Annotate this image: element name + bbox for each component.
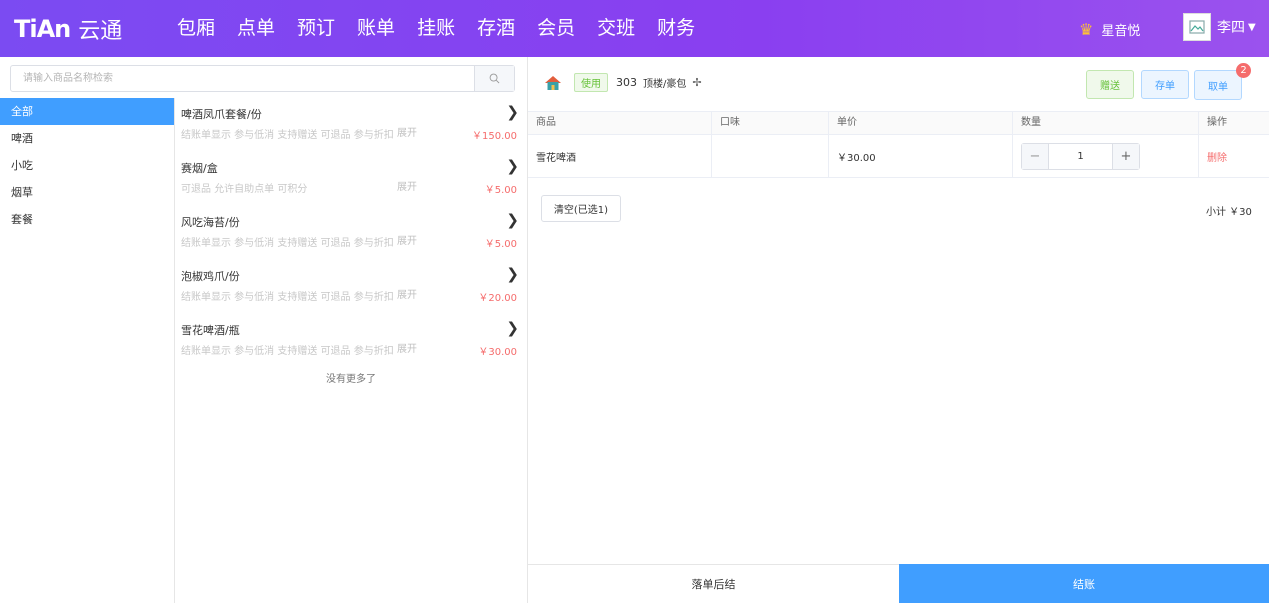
nav-item-shift[interactable]: 交班 — [586, 0, 646, 57]
product-price: ￥5.00 — [484, 239, 517, 250]
move-icon[interactable]: ✢ — [692, 76, 701, 89]
user-name: 李四 — [1217, 20, 1245, 36]
col-header-action: 操作 — [1207, 117, 1227, 128]
product-item[interactable]: 泡椒鸡爪/份 ❯ 结账单显示 参与低消 支持赠送 可退品 参与折扣 展开 ￥20… — [175, 260, 527, 314]
expand-link[interactable]: 展开 — [397, 178, 417, 193]
expand-link[interactable]: 展开 — [397, 232, 417, 247]
nav-item-members[interactable]: 会员 — [526, 0, 586, 57]
store-selector[interactable]: ♛ 星音悦 — [1079, 20, 1140, 39]
product-price: ￥5.00 — [484, 185, 517, 196]
expand-link[interactable]: 展开 — [397, 286, 417, 301]
room-status-badge: 使用 — [574, 73, 608, 92]
room-name: 顶楼/豪包 — [643, 79, 687, 90]
save-order-button[interactable]: 存单 — [1141, 70, 1189, 99]
order-later-button[interactable]: 落单后结 — [528, 564, 899, 603]
checkout-button[interactable]: 结账 — [899, 564, 1269, 603]
product-search — [10, 65, 515, 92]
logo-text: 云通 — [78, 19, 123, 44]
product-price: ￥20.00 — [478, 293, 517, 304]
clear-button[interactable]: 清空(已选1) — [541, 195, 621, 222]
nav-item-order[interactable]: 点单 — [226, 0, 286, 57]
chevron-right-icon[interactable]: ❯ — [506, 103, 519, 121]
table-row: 雪花啤酒 ￥30.00 − 1 + 删除 — [528, 135, 1269, 178]
main-nav: 包厢 点单 预订 账单 挂账 存酒 会员 交班 财务 — [166, 0, 706, 57]
product-item[interactable]: 风吃海苔/份 ❯ 结账单显示 参与低消 支持赠送 可退品 参与折扣 展开 ￥5.… — [175, 206, 527, 260]
minus-icon[interactable]: − — [1022, 143, 1049, 169]
product-name: 风吃海苔/份 — [181, 216, 240, 229]
delete-link[interactable]: 删除 — [1207, 149, 1227, 164]
product-tags: 可退品 允许自助点单 可积分 — [181, 184, 308, 195]
cell-price: ￥30.00 — [829, 135, 1013, 177]
product-price: ￥30.00 — [478, 347, 517, 358]
pending-count-badge: 2 — [1236, 63, 1251, 78]
search-input[interactable] — [11, 66, 474, 91]
nav-item-bills[interactable]: 账单 — [346, 0, 406, 57]
nav-item-finance[interactable]: 财务 — [646, 0, 706, 57]
nav-item-rooms[interactable]: 包厢 — [166, 0, 226, 57]
cell-flavor[interactable] — [712, 135, 829, 177]
fetch-order-button[interactable]: 取单 — [1194, 70, 1242, 100]
user-menu[interactable]: 李四 ▼ — [1183, 13, 1256, 41]
product-name: 雪花啤酒/瓶 — [181, 324, 240, 337]
chevron-right-icon[interactable]: ❯ — [506, 319, 519, 337]
product-name: 泡椒鸡爪/份 — [181, 270, 240, 283]
gift-button[interactable]: 赠送 — [1086, 70, 1134, 99]
product-tags: 结账单显示 参与低消 支持赠送 可退品 参与折扣 — [181, 130, 394, 141]
col-header-price: 单价 — [829, 112, 1013, 134]
room-number: 303 — [616, 76, 637, 89]
nav-item-booking[interactable]: 预订 — [286, 0, 346, 57]
product-tags: 结账单显示 参与低消 支持赠送 可退品 参与折扣 — [181, 292, 394, 303]
product-item[interactable]: 赛烟/盒 ❯ 可退品 允许自助点单 可积分 展开 ￥5.00 — [175, 152, 527, 206]
category-list: 全部 啤酒 小吃 烟草 套餐 — [0, 98, 175, 603]
store-name: 星音悦 — [1101, 24, 1141, 39]
category-beer[interactable]: 啤酒 — [0, 125, 174, 152]
chevron-right-icon[interactable]: ❯ — [506, 265, 519, 283]
cell-action: 删除 — [1199, 135, 1269, 177]
product-name: 啤酒凤爪套餐/份 — [181, 108, 262, 121]
avatar — [1183, 13, 1211, 41]
quantity-stepper: − 1 + — [1021, 142, 1140, 170]
expand-link[interactable]: 展开 — [397, 124, 417, 139]
chevron-right-icon[interactable]: ❯ — [506, 157, 519, 175]
subtotal: 小计 ￥30 — [1206, 207, 1252, 218]
chevron-right-icon[interactable]: ❯ — [506, 211, 519, 229]
search-button[interactable] — [474, 66, 514, 91]
table-header: 商品 口味 单价 数量 操作 — [528, 111, 1269, 135]
logo: TiAn 云通 — [14, 14, 122, 44]
col-header-qty: 数量 — [1013, 112, 1199, 134]
product-tags: 结账单显示 参与低消 支持赠送 可退品 参与折扣 — [181, 346, 394, 357]
order-table: 商品 口味 单价 数量 操作 雪花啤酒 ￥30.00 − 1 + 删除 — [528, 111, 1269, 178]
cell-qty: − 1 + — [1013, 135, 1199, 177]
product-item[interactable]: 啤酒凤爪套餐/份 ❯ 结账单显示 参与低消 支持赠送 可退品 参与折扣 展开 ￥… — [175, 98, 527, 152]
plus-icon[interactable]: + — [1112, 143, 1139, 169]
cell-product: 雪花啤酒 — [528, 135, 712, 177]
col-header-flavor: 口味 — [712, 112, 829, 134]
search-icon — [489, 73, 500, 84]
logo-mark: TiAn — [14, 15, 71, 43]
col-header-product: 商品 — [528, 112, 712, 134]
product-tags: 结账单显示 参与低消 支持赠送 可退品 参与折扣 — [181, 238, 394, 249]
nav-item-wine-storage[interactable]: 存酒 — [466, 0, 526, 57]
quantity-value[interactable]: 1 — [1049, 144, 1112, 169]
product-list: 啤酒凤爪套餐/份 ❯ 结账单显示 参与低消 支持赠送 可退品 参与折扣 展开 ￥… — [175, 98, 527, 385]
product-price: ￥150.00 — [472, 131, 517, 142]
broken-image-icon — [1189, 20, 1205, 34]
category-all[interactable]: 全部 — [0, 98, 174, 125]
top-header: TiAn 云通 包厢 点单 预订 账单 挂账 存酒 会员 交班 财务 ♛ 星音悦… — [0, 0, 1269, 57]
no-more-text: 没有更多了 — [326, 374, 376, 385]
nav-item-credit[interactable]: 挂账 — [406, 0, 466, 57]
caret-down-icon: ▼ — [1248, 21, 1256, 33]
category-combo[interactable]: 套餐 — [0, 206, 174, 233]
product-item[interactable]: 雪花啤酒/瓶 ❯ 结账单显示 参与低消 支持赠送 可退品 参与折扣 展开 ￥30… — [175, 314, 527, 368]
category-tobacco[interactable]: 烟草 — [0, 179, 174, 206]
expand-link[interactable]: 展开 — [397, 340, 417, 355]
product-name: 赛烟/盒 — [181, 162, 218, 175]
room-info: 使用 303 顶楼/豪包 ✢ — [544, 73, 702, 92]
crown-icon: ♛ — [1079, 20, 1094, 39]
house-icon — [545, 75, 561, 90]
category-snacks[interactable]: 小吃 — [0, 152, 174, 179]
